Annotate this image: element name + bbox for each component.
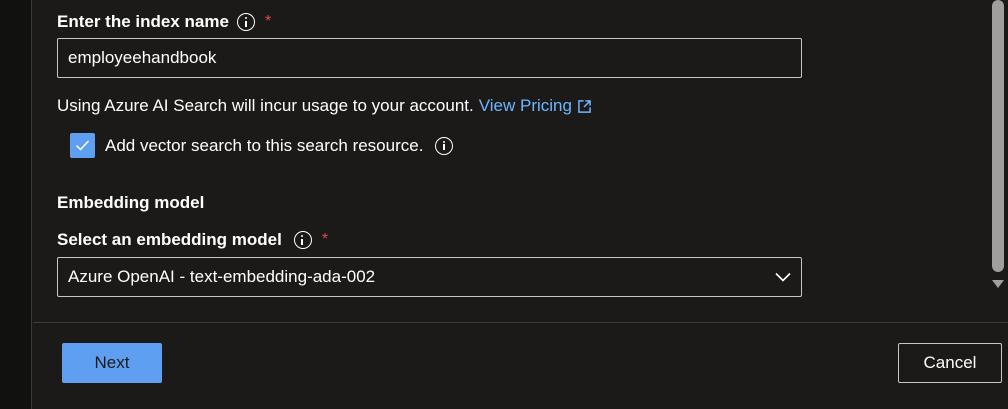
chevron-down-icon [775, 272, 791, 282]
left-gutter [0, 0, 32, 409]
embedding-section-title: Embedding model [57, 193, 205, 212]
checkmark-icon [75, 140, 90, 151]
embedding-model-selected-value: Azure OpenAI - text-embedding-ada-002 [68, 267, 376, 286]
required-marker: * [264, 13, 272, 30]
embedding-model-dropdown[interactable]: Azure OpenAI - text-embedding-ada-002 [57, 257, 802, 297]
vector-search-checkbox[interactable] [70, 133, 95, 158]
footer-divider [33, 322, 1008, 323]
required-marker: * [321, 231, 329, 248]
usage-notice-text: Using Azure AI Search will incur usage t… [57, 96, 474, 115]
scrollbar-thumb[interactable] [992, 0, 1004, 272]
next-button[interactable]: Next [62, 343, 162, 383]
index-name-label: Enter the index name * [57, 12, 271, 32]
vertical-scrollbar[interactable] [989, 0, 1007, 296]
index-name-label-text: Enter the index name [57, 12, 229, 31]
index-name-input[interactable] [57, 38, 802, 78]
info-icon[interactable] [435, 136, 454, 155]
vector-search-label: Add vector search to this search resourc… [105, 135, 424, 155]
view-pricing-label: View Pricing [478, 96, 572, 115]
usage-notice: Using Azure AI Search will incur usage t… [57, 96, 591, 116]
info-icon[interactable] [236, 13, 255, 31]
external-link-icon [578, 99, 591, 113]
embedding-select-label: Select an embedding model * [57, 230, 328, 250]
vector-search-option: Add vector search to this search resourc… [70, 133, 454, 158]
cancel-button[interactable]: Cancel [898, 343, 1002, 383]
embedding-select-label-text: Select an embedding model [57, 230, 282, 249]
view-pricing-link[interactable]: View Pricing [479, 96, 591, 116]
wizard-panel: Enter the index name * Using Azure AI Se… [33, 0, 1008, 409]
info-icon[interactable] [293, 231, 312, 249]
scroll-down-arrow-icon[interactable] [992, 280, 1004, 288]
